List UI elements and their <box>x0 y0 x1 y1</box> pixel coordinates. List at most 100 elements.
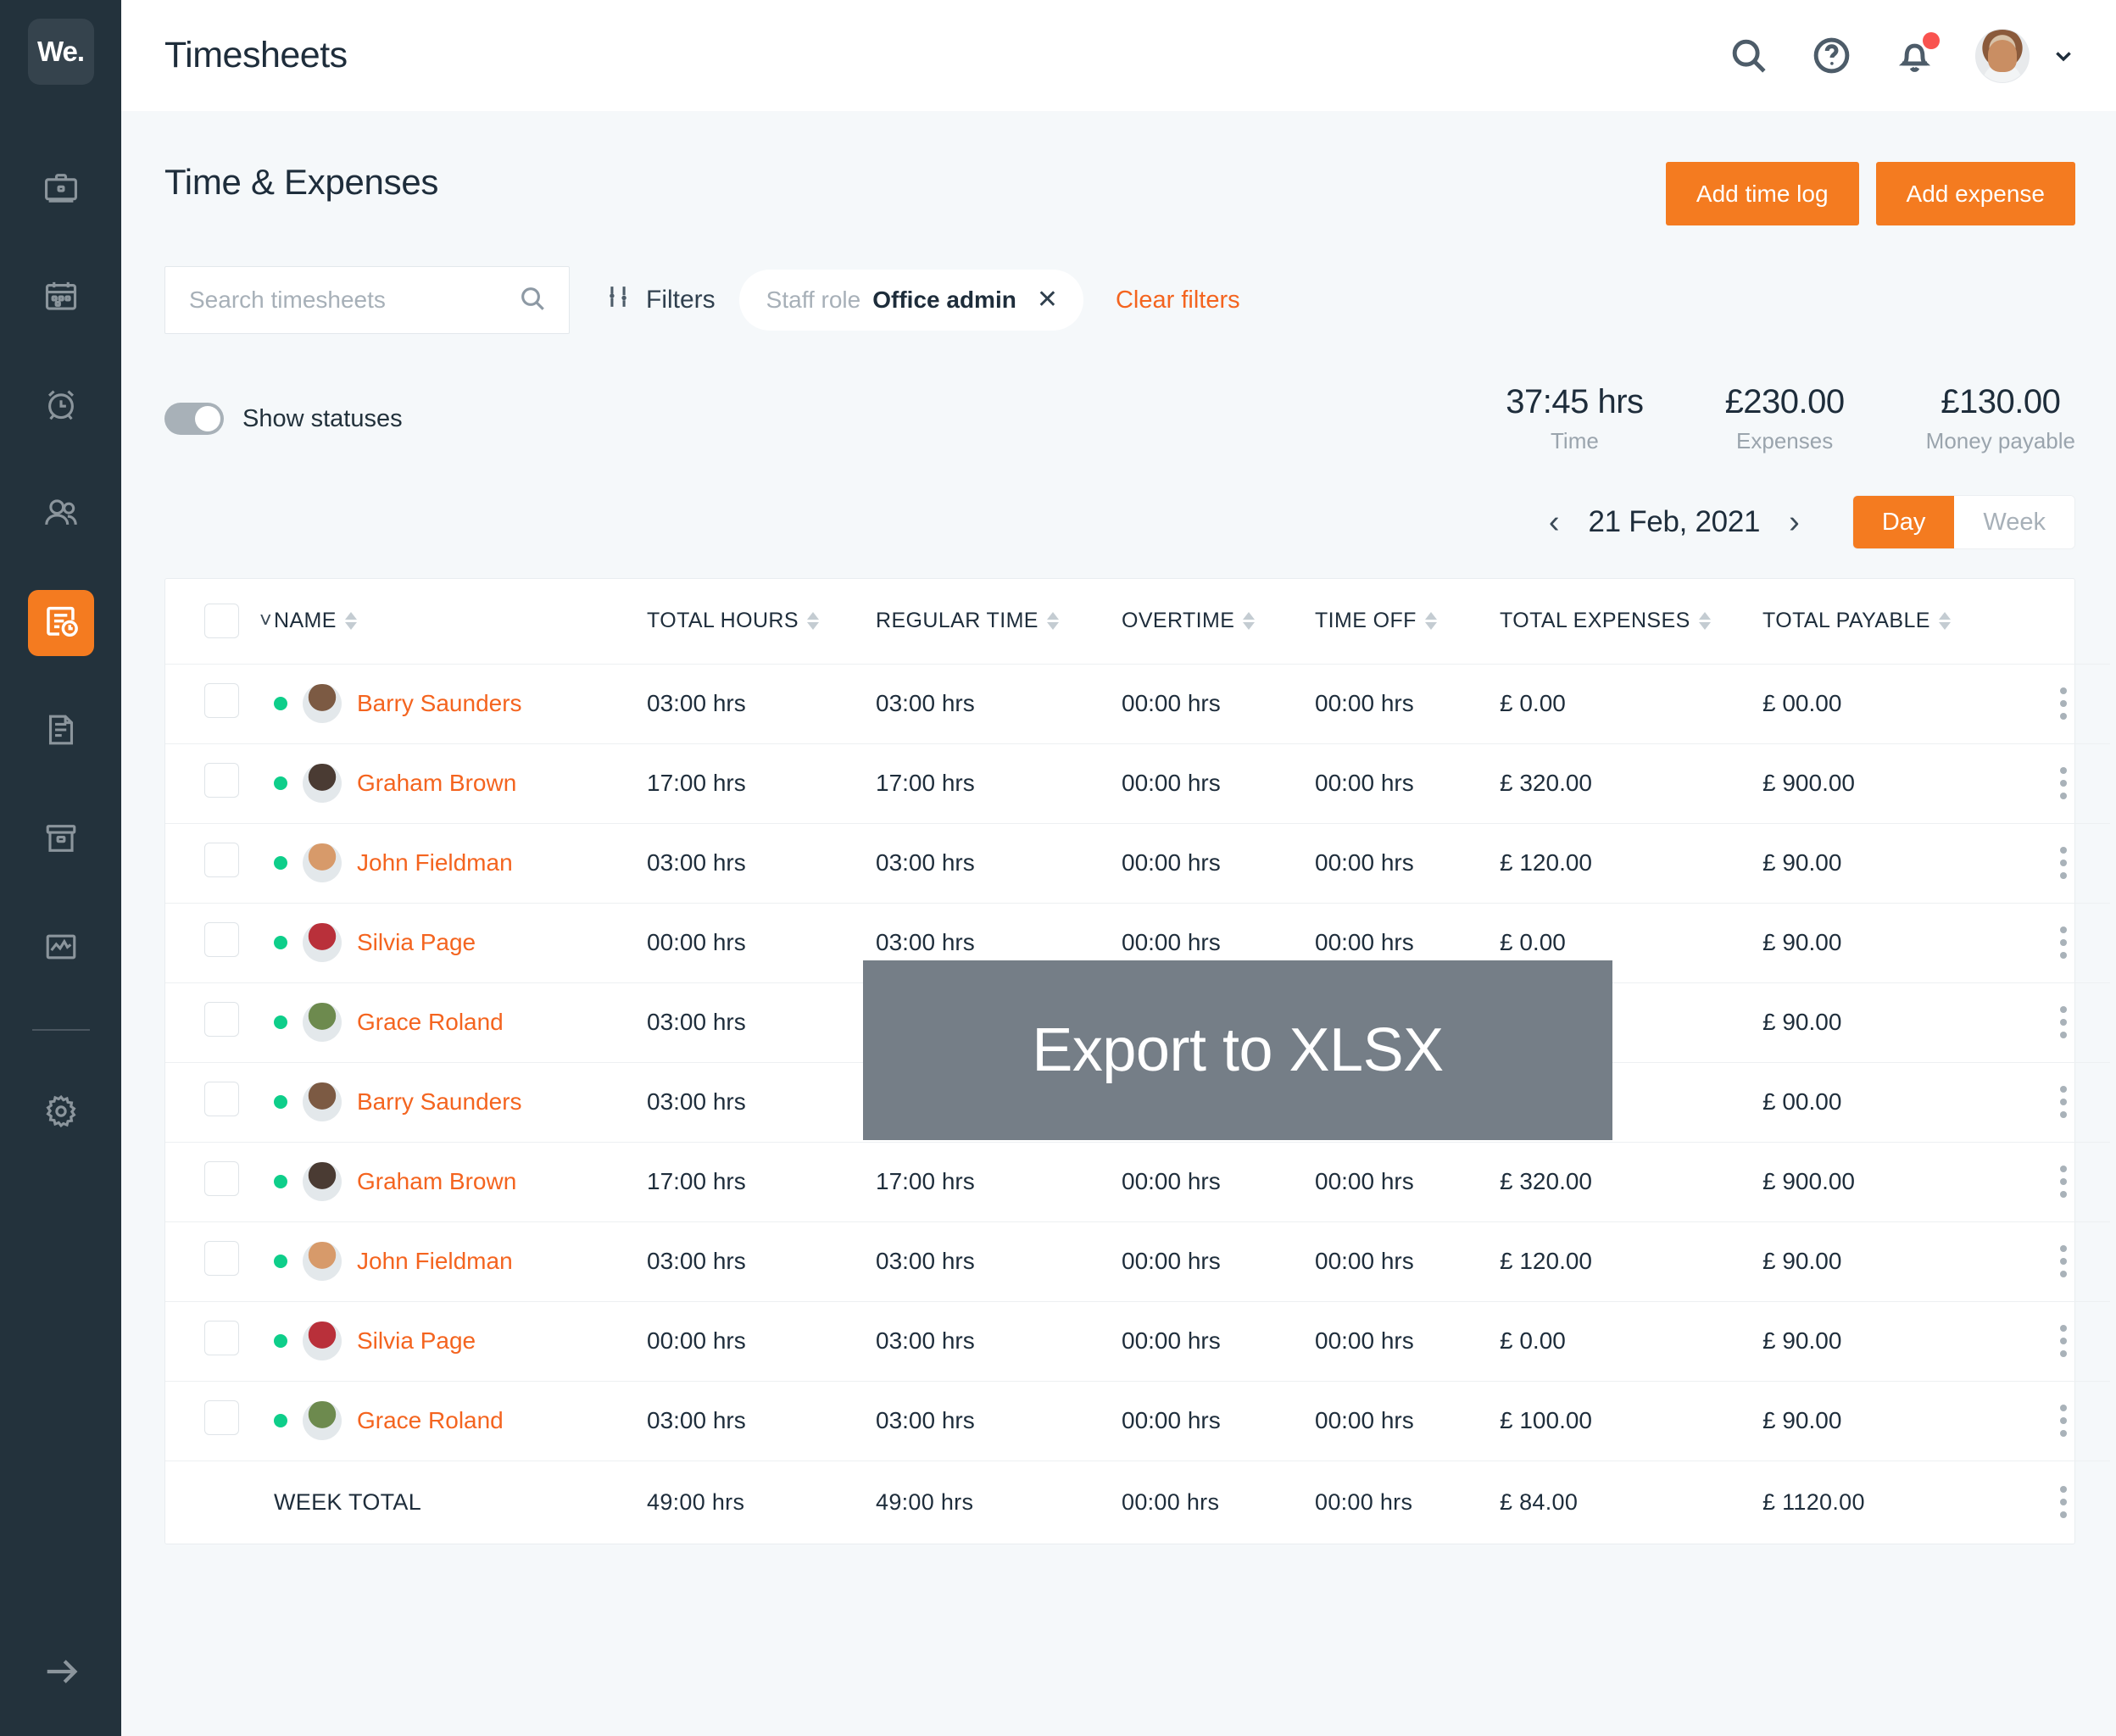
overtime-cell: 00:00 hrs <box>1122 1327 1221 1354</box>
sort-icon[interactable] <box>1698 612 1711 631</box>
th-overtime[interactable]: OVERTIME <box>1122 579 1315 664</box>
table-row[interactable]: John Fieldman 03:00 hrs 03:00 hrs 00:00 hrs… <box>165 823 2110 903</box>
row-menu-button[interactable] <box>2017 767 2110 799</box>
employee-name-link[interactable]: John Fieldman <box>357 1248 513 1275</box>
sidebar-item-calendar[interactable] <box>28 264 94 331</box>
employee-name-link[interactable]: Barry Saunders <box>357 690 522 717</box>
table-row[interactable]: Graham Brown 17:00 hrs 17:00 hrs 00:00 hrs 0… <box>165 743 2110 823</box>
row-checkbox[interactable] <box>204 1321 239 1355</box>
stat-label: Expenses <box>1736 428 1834 453</box>
employee-name-link[interactable]: Silvia Page <box>357 1327 476 1355</box>
sidebar-item-time-tracking[interactable] <box>28 373 94 439</box>
next-date-button[interactable]: › <box>1785 506 1803 538</box>
status-dot <box>274 856 287 870</box>
employee-name-link[interactable]: Grace Roland <box>357 1009 504 1036</box>
row-checkbox[interactable] <box>204 1400 239 1435</box>
th-total-expenses[interactable]: TOTAL EXPENSES <box>1500 579 1762 664</box>
search-timesheets-box[interactable] <box>164 266 570 334</box>
row-menu-button[interactable] <box>2017 1166 2110 1198</box>
select-all-checkbox[interactable] <box>204 604 239 639</box>
th-total-hours[interactable]: TOTAL HOURS <box>647 579 876 664</box>
th-total-payable[interactable]: TOTAL PAYABLE <box>1762 579 2017 664</box>
row-menu-button[interactable] <box>2017 926 2110 959</box>
employee-name-link[interactable]: Grace Roland <box>357 1407 504 1434</box>
table-row[interactable]: Graham Brown 17:00 hrs 17:00 hrs 00:00 hrs 0… <box>165 1142 2110 1221</box>
add-expense-button[interactable]: Add expense <box>1875 162 2075 225</box>
chevron-down-icon[interactable] <box>2052 44 2075 68</box>
row-checkbox[interactable] <box>204 922 239 957</box>
row-checkbox[interactable] <box>204 1161 239 1196</box>
prev-date-button[interactable]: ‹ <box>1545 506 1563 538</box>
filter-chip-staff-role[interactable]: Staff role Office admin ✕ <box>738 270 1083 331</box>
clear-filters-button[interactable]: Clear filters <box>1116 287 1240 314</box>
row-menu-button[interactable] <box>2017 847 2110 879</box>
tab-day[interactable]: Day <box>1852 496 1955 548</box>
bell-icon[interactable] <box>1892 31 1940 78</box>
employee-name-link[interactable]: Graham Brown <box>357 1168 516 1195</box>
row-menu-button[interactable] <box>2017 1405 2110 1437</box>
sidebar-item-reports[interactable] <box>28 915 94 982</box>
filters-button[interactable]: Filters <box>604 282 716 318</box>
sidebar-item-archive[interactable] <box>28 807 94 873</box>
tab-week[interactable]: Week <box>1954 496 2074 548</box>
row-actions-cell <box>2017 743 2110 823</box>
row-checkbox[interactable] <box>204 1241 239 1276</box>
export-to-xlsx-overlay[interactable]: Export to XLSX <box>863 960 1612 1140</box>
table-row[interactable]: Silvia Page 00:00 hrs 03:00 hrs 00:00 hrs 00… <box>165 1301 2110 1381</box>
sort-icon[interactable] <box>1046 612 1059 631</box>
search-icon[interactable] <box>1726 34 1770 78</box>
sort-icon[interactable] <box>1938 612 1951 631</box>
employee-name-link[interactable]: Barry Saunders <box>357 1088 522 1116</box>
row-checkbox[interactable] <box>204 843 239 877</box>
row-menu-button[interactable] <box>2017 687 2110 720</box>
app-logo[interactable]: We. <box>27 19 94 85</box>
stat-expenses: £230.00 Expenses <box>1644 383 1846 454</box>
row-menu-button[interactable] <box>2017 1325 2110 1357</box>
sidebar-item-projects[interactable] <box>28 156 94 222</box>
row-menu-button[interactable] <box>2017 1006 2110 1038</box>
table-row[interactable]: John Fieldman 03:00 hrs 03:00 hrs 00:00 hrs… <box>165 1221 2110 1301</box>
employee-name-link[interactable]: Graham Brown <box>357 770 516 797</box>
row-checkbox[interactable] <box>204 1002 239 1037</box>
close-icon[interactable]: ✕ <box>1037 287 1058 313</box>
employee-name-link[interactable]: Silvia Page <box>357 929 476 956</box>
sidebar-item-settings[interactable] <box>28 1080 94 1146</box>
timesheet-icon <box>42 603 80 644</box>
regular-time-cell: 03:00 hrs <box>876 1248 975 1274</box>
sidebar-expand-button[interactable] <box>0 1652 121 1695</box>
search-icon[interactable] <box>518 284 547 317</box>
sidebar-item-documents[interactable] <box>28 698 94 765</box>
sidebar-item-timesheets[interactable] <box>27 590 94 656</box>
search-input[interactable] <box>189 287 518 314</box>
table-row[interactable]: Grace Roland 03:00 hrs 03:00 hrs 00:00 hrs 0… <box>165 1381 2110 1461</box>
user-menu[interactable] <box>1975 28 2075 83</box>
sort-icon[interactable] <box>806 612 819 631</box>
alarm-clock-icon <box>42 386 80 427</box>
row-menu-button[interactable] <box>2017 1245 2110 1277</box>
row-menu-button[interactable] <box>2017 1486 2110 1519</box>
row-select-cell <box>165 1381 274 1461</box>
employee-name-link[interactable]: John Fieldman <box>357 849 513 876</box>
th-regular-time[interactable]: REGULAR TIME <box>876 579 1122 664</box>
row-actions-cell <box>2017 982 2110 1062</box>
chevron-down-icon[interactable]: ˅ <box>259 609 272 633</box>
avatar <box>303 1082 342 1121</box>
show-statuses-toggle[interactable] <box>164 403 224 435</box>
row-menu-button[interactable] <box>2017 1086 2110 1118</box>
table-row[interactable]: Barry Saunders 03:00 hrs 03:00 hrs 00:00 hr… <box>165 664 2110 743</box>
row-checkbox[interactable] <box>204 1082 239 1116</box>
th-time-off[interactable]: TIME OFF <box>1315 579 1500 664</box>
th-name[interactable]: NAME <box>274 579 647 664</box>
status-dot <box>274 776 287 790</box>
add-time-log-button[interactable]: Add time log <box>1665 162 1859 225</box>
name-cell: Barry Saunders <box>274 1062 647 1142</box>
sort-icon[interactable] <box>1243 612 1256 631</box>
sort-icon[interactable] <box>344 612 357 631</box>
row-checkbox[interactable] <box>204 683 239 718</box>
row-checkbox[interactable] <box>204 763 239 798</box>
sort-icon[interactable] <box>1424 612 1437 631</box>
help-circle-icon[interactable] <box>1809 34 1853 78</box>
sidebar-item-people[interactable] <box>28 481 94 548</box>
week-total-regular-time: 49:00 hrs <box>876 1488 974 1515</box>
total-payable-cell: £ 90.00 <box>1762 1248 1842 1274</box>
